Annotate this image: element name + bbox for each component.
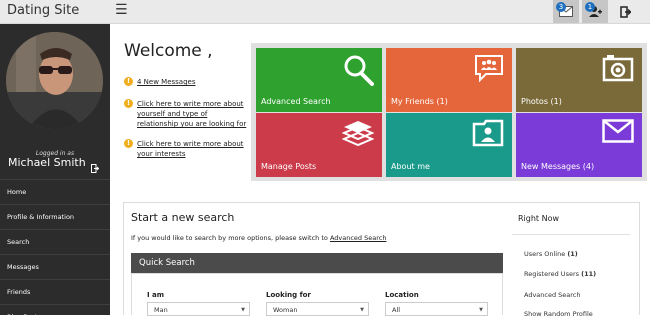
search-title: Start a new search (131, 211, 235, 224)
tile-label: About me (391, 162, 430, 171)
i-am-select[interactable]: Man ▼ (147, 302, 250, 316)
dashboard-tiles: Advanced Search My Friends (1) Photos (1… (251, 43, 647, 181)
i-am-value: Man (154, 306, 168, 314)
friend-requests-button[interactable]: 1 (582, 0, 608, 23)
notice-interests: ! Click here to write more about your in… (124, 139, 244, 161)
notice-new-messages: ! 4 New Messages (124, 77, 244, 87)
right-now-advanced-search[interactable]: Advanced Search (524, 291, 581, 299)
notice-about-yourself: ! Click here to write more about yoursel… (124, 99, 247, 131)
tile-new-messages[interactable]: New Messages (4) (516, 113, 642, 177)
tile-label: My Friends (1) (391, 97, 448, 106)
users-online[interactable]: Users Online (1) (524, 250, 578, 258)
search-icon (342, 54, 374, 90)
tile-label: Advanced Search (261, 97, 331, 106)
tile-about-me[interactable]: About me (386, 113, 512, 177)
avatar[interactable] (6, 32, 103, 129)
friend-requests-badge: 1 (585, 2, 595, 12)
warning-icon: ! (124, 139, 133, 148)
messages-badge: 3 (556, 2, 566, 12)
tile-label: New Messages (4) (521, 162, 595, 171)
registered-users-count: (11) (581, 270, 597, 278)
looking-for-select[interactable]: Woman ▼ (266, 302, 369, 316)
sidebar-menu: Home Profile & Information Search Messag… (0, 179, 110, 329)
advanced-search-link[interactable]: Advanced Search (330, 234, 387, 242)
tile-label: Photos (1) (521, 97, 562, 106)
tile-label: Manage Posts (261, 162, 317, 171)
interests-link[interactable]: Click here to write more about your inte… (137, 139, 247, 159)
sidebar-item-profile[interactable]: Profile & Information (0, 204, 110, 229)
sidebar-item-search[interactable]: Search (0, 229, 110, 254)
user-name[interactable]: Michael Smith (8, 156, 86, 169)
tile-advanced-search[interactable]: Advanced Search (256, 48, 382, 112)
new-messages-link[interactable]: 4 New Messages (137, 77, 196, 87)
messages-button[interactable]: 3 (553, 0, 579, 23)
warning-icon: ! (124, 99, 133, 108)
envelope-icon (602, 119, 634, 147)
sidebar-item-friends[interactable]: Friends (0, 279, 110, 304)
show-random-profile[interactable]: Show Random Profile (524, 310, 593, 318)
logout-icon[interactable] (91, 158, 100, 177)
divider (512, 234, 630, 235)
site-title[interactable]: Dating Site (7, 3, 79, 18)
tile-photos[interactable]: Photos (1) (516, 48, 642, 112)
camera-icon (602, 54, 634, 86)
logout-icon (619, 5, 631, 18)
location-label: Location (385, 291, 419, 299)
registered-users[interactable]: Registered Users (11) (524, 270, 596, 278)
about-yourself-link[interactable]: Click here to write more about yourself … (137, 99, 247, 129)
registered-users-label: Registered Users (524, 270, 580, 278)
sidebar-item-blog-posts[interactable]: Blog Posts (0, 304, 110, 329)
sidebar-item-home[interactable]: Home (0, 179, 110, 204)
i-am-label: I am (147, 291, 165, 299)
top-bar: Dating Site ☰ 3 1 (0, 0, 650, 24)
location-select[interactable]: All ▼ (385, 302, 488, 316)
group-icon (474, 54, 504, 86)
tile-manage-posts[interactable]: Manage Posts (256, 113, 382, 177)
tile-my-friends[interactable]: My Friends (1) (386, 48, 512, 112)
users-online-count: (1) (567, 250, 578, 258)
quick-search-header: Quick Search (131, 253, 503, 273)
hamburger-icon[interactable]: ☰ (115, 2, 128, 18)
welcome-title: Welcome , (124, 41, 213, 61)
logout-button[interactable] (612, 0, 638, 23)
location-value: All (392, 306, 401, 314)
looking-for-value: Woman (273, 306, 298, 314)
looking-for-label: Looking for (266, 291, 311, 299)
stack-icon (341, 119, 375, 151)
search-subtitle-text: If you would like to search by more opti… (131, 234, 328, 242)
sidebar-item-messages[interactable]: Messages (0, 254, 110, 279)
sidebar: Logged in as Michael Smith Home Profile … (0, 24, 110, 321)
profile-card-icon (472, 119, 504, 151)
users-online-label: Users Online (524, 250, 566, 258)
search-subtitle: If you would like to search by more opti… (131, 234, 386, 242)
right-now-title: Right Now (518, 214, 560, 223)
warning-icon: ! (124, 77, 133, 86)
user-photo (6, 32, 103, 129)
